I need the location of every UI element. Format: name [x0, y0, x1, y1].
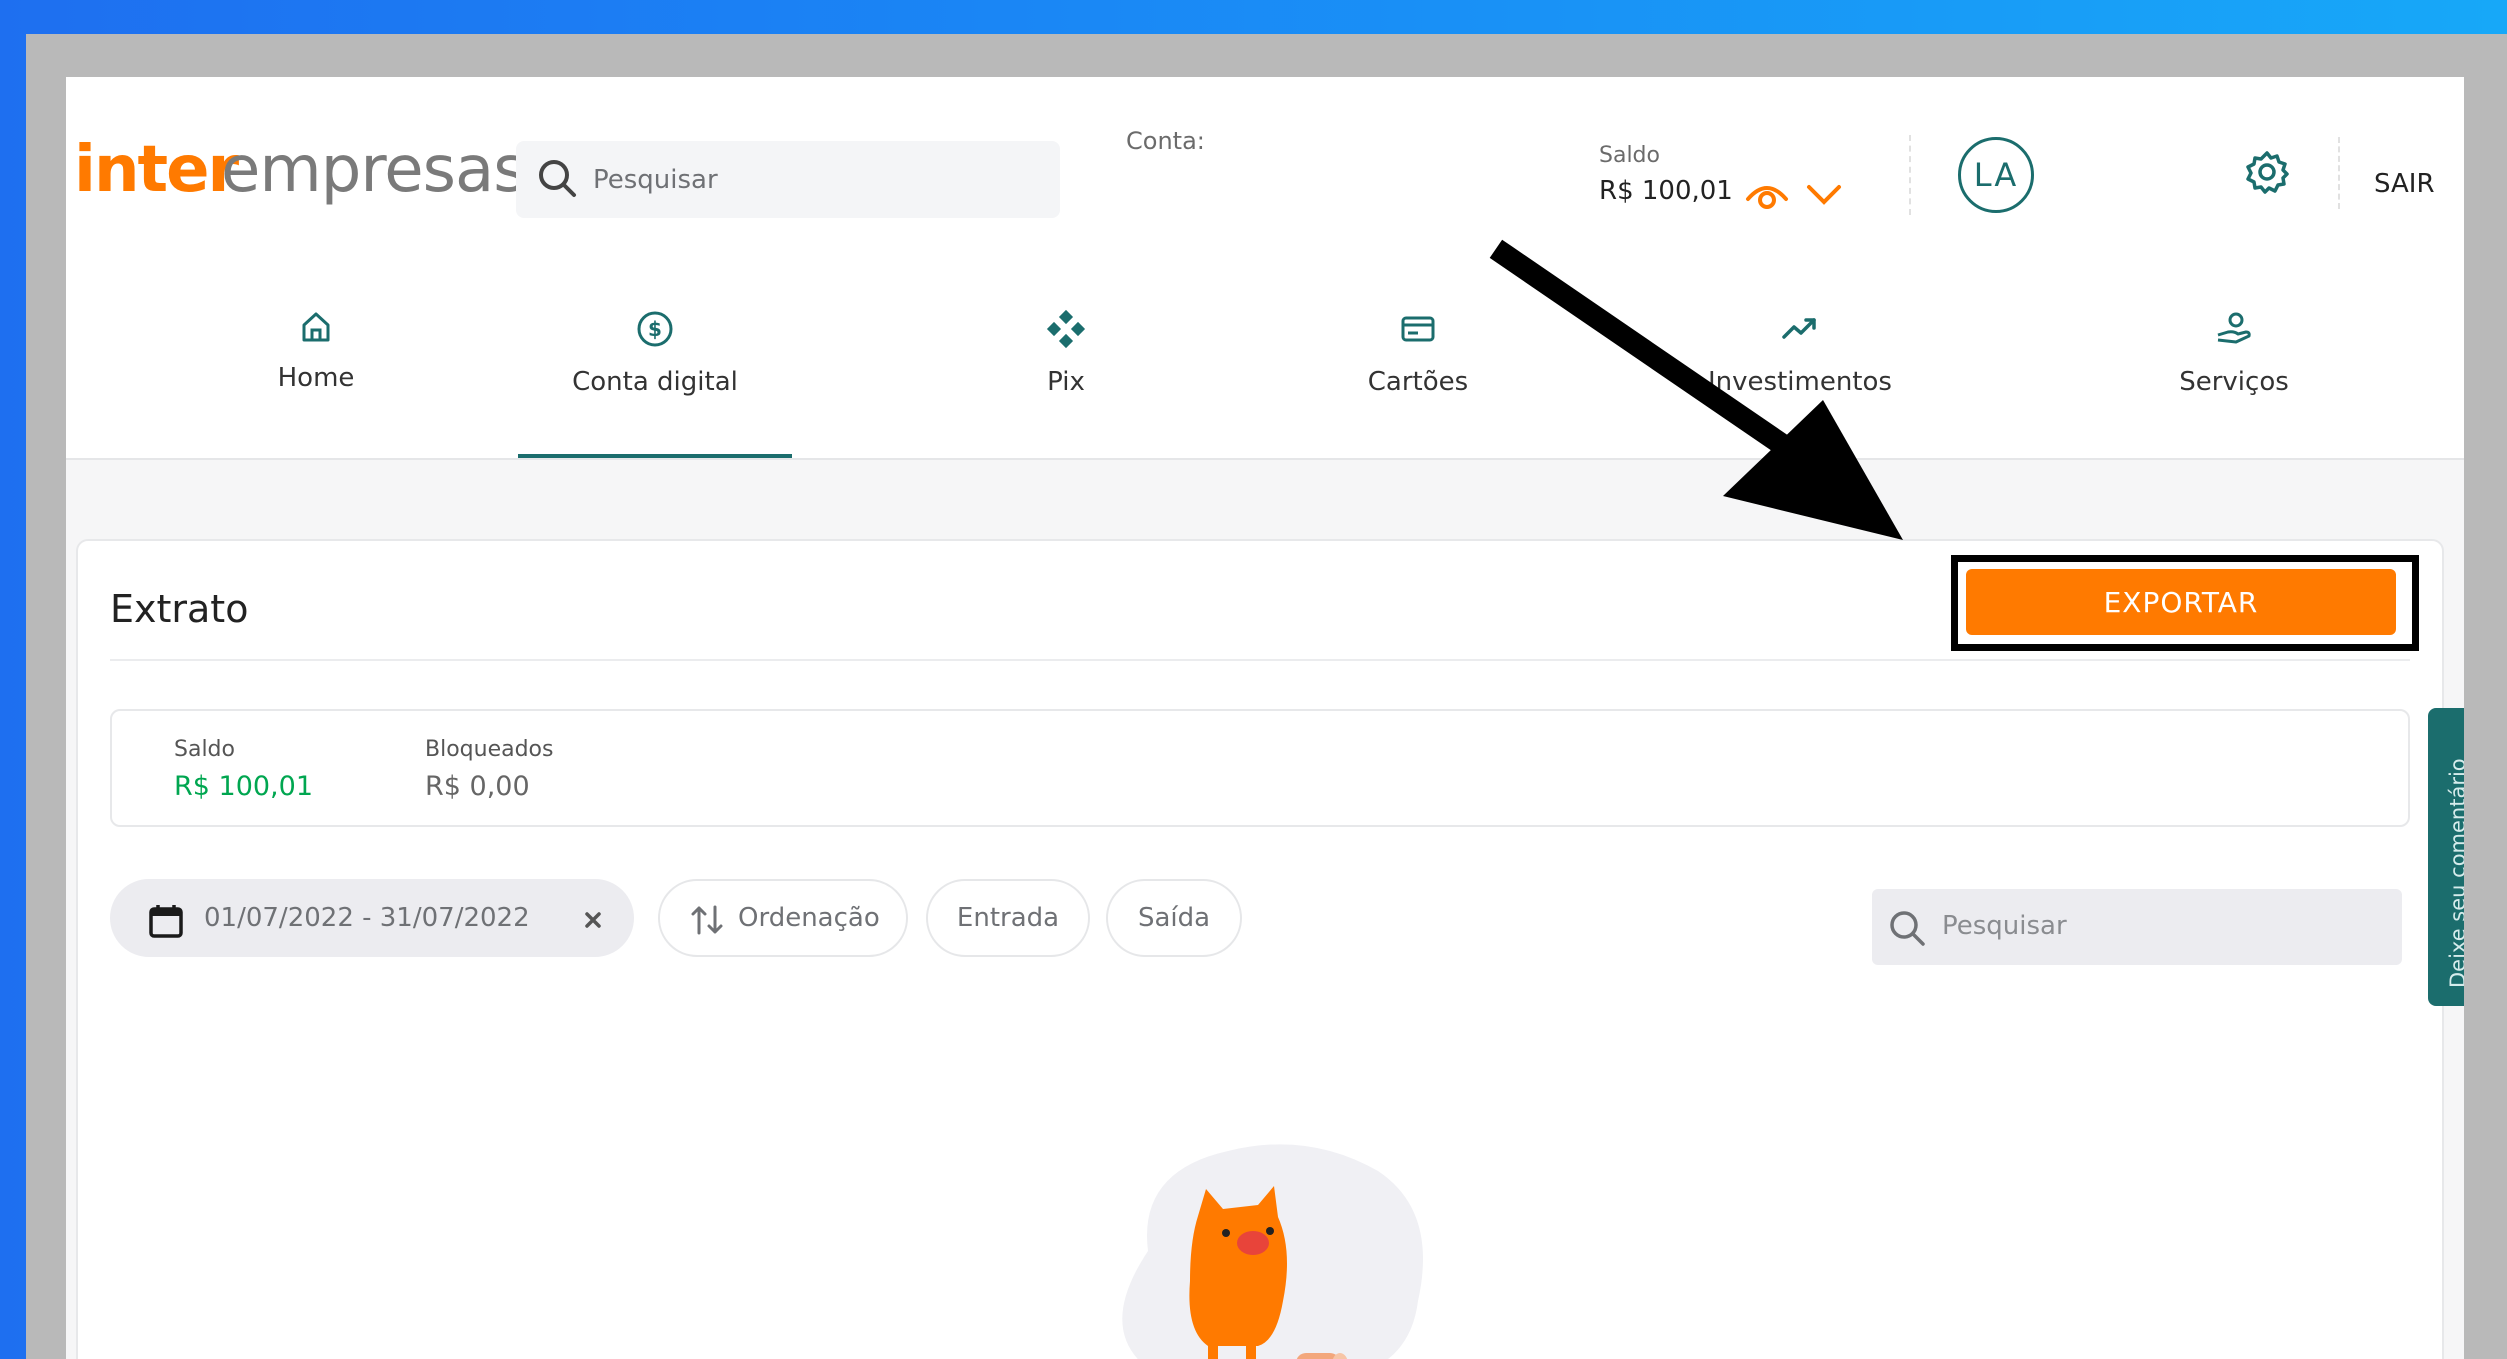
- nav-label: Home: [277, 363, 355, 393]
- nav-servicos[interactable]: Serviços: [2134, 309, 2334, 397]
- top-search-input[interactable]: Pesquisar: [516, 141, 1060, 218]
- nav-home[interactable]: Home: [216, 309, 416, 393]
- feedback-tab[interactable]: Deixe seu comentário: [2428, 708, 2464, 1006]
- home-icon: [302, 312, 330, 342]
- close-icon[interactable]: [578, 905, 608, 935]
- balance-value: R$ 100,01: [174, 771, 313, 802]
- nav-investimentos[interactable]: Investimentos: [1690, 309, 1910, 397]
- balance-label: Saldo: [174, 737, 235, 762]
- services-icon: [2217, 312, 2251, 344]
- page-title: Extrato: [110, 587, 249, 631]
- sort-filter[interactable]: Ordenação: [658, 879, 908, 957]
- account-label: Conta:: [1126, 127, 1205, 155]
- browser-page: inter empresas Pesquisar Conta: Saldo R$…: [66, 77, 2464, 1359]
- card-icon: [1401, 316, 1435, 342]
- eye-icon[interactable]: [1744, 175, 1790, 215]
- filter-entrada[interactable]: Entrada: [926, 879, 1090, 957]
- calendar-icon: [149, 905, 183, 938]
- nav-label: Cartões: [1367, 367, 1469, 397]
- nav-label: Investimentos: [1708, 367, 1892, 397]
- search-icon: [539, 160, 576, 197]
- nav-label: Serviços: [2179, 367, 2289, 397]
- header-balance-value: R$ 100,01: [1599, 176, 1733, 206]
- header-balance-label: Saldo: [1599, 143, 1660, 168]
- divider: [1909, 135, 1913, 215]
- logo-empresas: empresas: [221, 133, 527, 207]
- top-bar: inter empresas Pesquisar Conta: Saldo R$…: [66, 77, 2464, 460]
- transactions-search-placeholder: Pesquisar: [1942, 911, 2067, 941]
- logout-button[interactable]: SAIR: [2374, 169, 2435, 199]
- gear-icon[interactable]: [2244, 149, 2290, 195]
- date-range-filter[interactable]: 01/07/2022 - 31/07/2022: [110, 879, 634, 957]
- pix-icon: [1046, 309, 1086, 349]
- extrato-card: Extrato EXPORTAR Saldo R$ 100,01 Bloquea…: [76, 539, 2444, 1359]
- avatar[interactable]: LA: [1958, 137, 2034, 213]
- dollar-circle-icon: $: [637, 311, 673, 347]
- search-icon: [1890, 911, 1925, 946]
- nav-label: Pix: [1047, 367, 1085, 397]
- nav-cartoes[interactable]: Cartões: [1318, 309, 1518, 397]
- transactions-search-input[interactable]: Pesquisar: [1872, 889, 2402, 965]
- nav-label: Conta digital: [572, 367, 738, 397]
- sort-label: Ordenação: [738, 903, 880, 933]
- chevron-down-icon[interactable]: [1804, 175, 1844, 215]
- nav-pix[interactable]: Pix: [966, 309, 1166, 397]
- active-tab-indicator: [518, 454, 792, 458]
- export-button[interactable]: EXPORTAR: [1966, 569, 2396, 635]
- piggy-illustration: [1122, 1144, 1423, 1359]
- blocked-label: Bloqueados: [425, 737, 554, 762]
- feedback-label: Deixe seu comentário: [2446, 758, 2464, 988]
- nav-conta-digital[interactable]: $ Conta digital: [555, 309, 755, 397]
- date-range-value: 01/07/2022 - 31/07/2022: [204, 903, 530, 933]
- balance-summary: Saldo R$ 100,01 Bloqueados R$ 0,00: [110, 709, 2410, 827]
- divider: [2338, 137, 2342, 209]
- filter-saida[interactable]: Saída: [1106, 879, 1242, 957]
- trend-up-icon: [1782, 318, 1816, 339]
- sort-icon: [691, 905, 723, 935]
- logo-inter: inter: [74, 133, 239, 207]
- top-search-placeholder: Pesquisar: [593, 165, 718, 195]
- svg-text:$: $: [648, 317, 662, 341]
- divider: [110, 659, 2410, 661]
- blocked-value: R$ 0,00: [425, 771, 530, 802]
